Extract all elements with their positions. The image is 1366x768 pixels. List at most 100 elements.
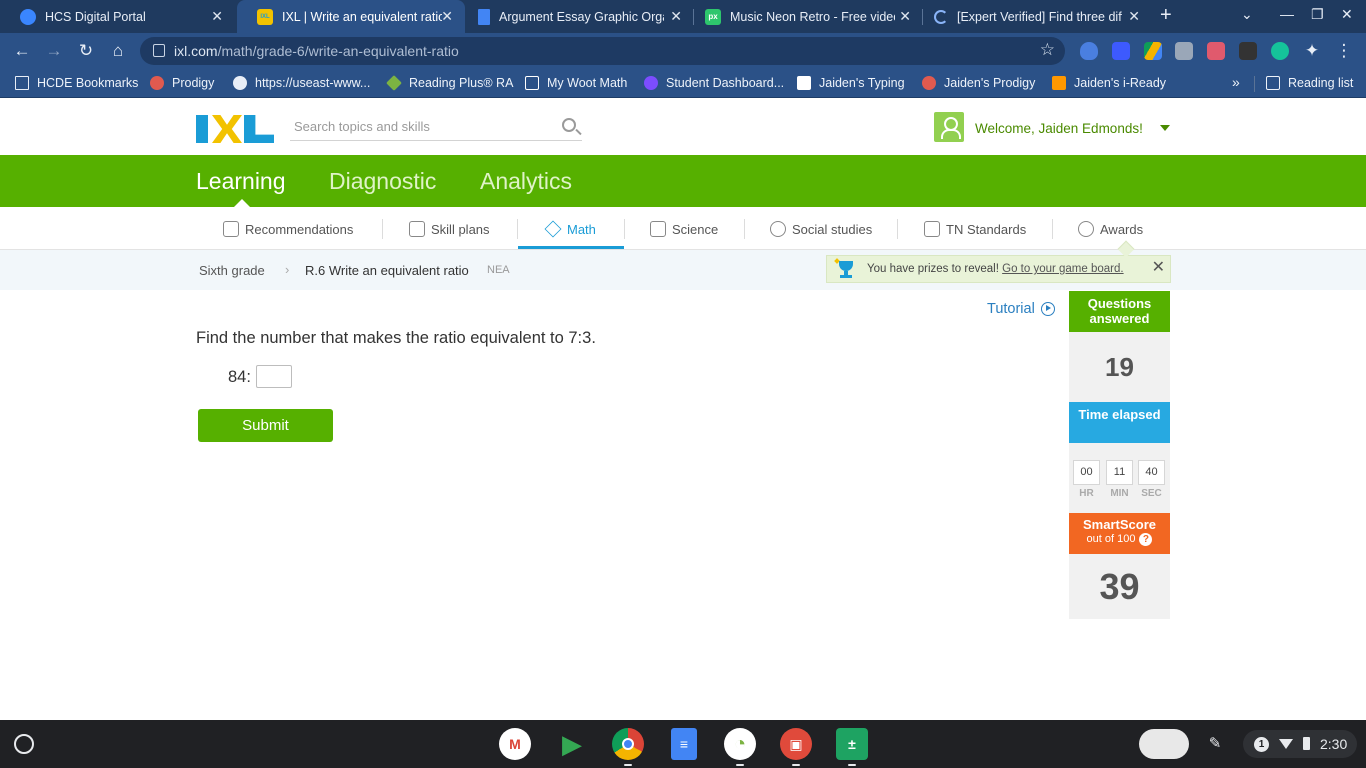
restore-window-icon[interactable]: ❐ [1311, 6, 1324, 23]
tab-awards[interactable]: Awards [1078, 221, 1143, 237]
game-board-link[interactable]: Go to your game board. [1002, 263, 1123, 275]
screencast-extension-icon[interactable] [1207, 42, 1225, 60]
google-drive-icon[interactable] [1144, 42, 1162, 60]
gmail-app-icon[interactable]: M [499, 728, 531, 760]
play-circle-icon [1040, 302, 1055, 316]
nav-analytics[interactable]: Analytics [480, 168, 572, 195]
shield-extension-icon[interactable] [1080, 42, 1098, 60]
browser-tab-active[interactable]: IXL IXL | Write an equivalent ratio ✕ [237, 0, 465, 33]
browser-menu-icon[interactable]: ⋮ [1333, 40, 1355, 62]
nav-learning[interactable]: Learning [196, 168, 286, 195]
browser-tab[interactable]: HCS Digital Portal ✕ [0, 0, 235, 33]
back-arrow-icon[interactable]: ← [11, 40, 33, 62]
bookmark-item[interactable]: Student Dashboard... [644, 76, 784, 90]
chrome-app-icon[interactable] [612, 728, 644, 760]
bookmark-item[interactable]: https://useast-www... [233, 76, 370, 90]
browser-tab[interactable]: Argument Essay Graphic Orga ✕ [466, 0, 694, 33]
ratio-prefix: 84: [228, 368, 251, 386]
woot-math-icon [525, 76, 539, 90]
breadcrumb: Sixth grade › R.6 Write an equivalent ra… [0, 250, 1366, 290]
address-url: ixl.com/math/grade-6/write-an-equivalent… [174, 43, 459, 59]
tab-social-studies[interactable]: Social studies [770, 221, 872, 237]
chevron-down-icon[interactable] [1160, 125, 1170, 131]
bookmark-item[interactable]: Jaiden's Typing [797, 76, 905, 90]
tutorial-link[interactable]: Tutorial [987, 301, 1055, 317]
tab-tn-standards[interactable]: TN Standards [924, 221, 1026, 237]
search-input[interactable] [294, 119, 544, 134]
help-question-icon[interactable]: ? [1139, 533, 1153, 546]
home-icon[interactable]: ⌂ [107, 40, 129, 62]
welcome-user[interactable]: Welcome, Jaiden Edmonds! [975, 121, 1143, 136]
subject-separator [624, 219, 625, 239]
subject-separator [1052, 219, 1053, 239]
gallery-app-icon[interactable]: ▣ [780, 728, 812, 760]
hours-value: 00 [1073, 460, 1100, 485]
launcher-icon[interactable] [14, 734, 34, 754]
holding-space-icon[interactable] [1139, 729, 1189, 759]
close-window-icon[interactable]: ✕ [1341, 6, 1353, 23]
bookmark-item[interactable]: Jaiden's i-Ready [1052, 76, 1166, 90]
pixabay-icon: px [705, 8, 721, 25]
close-tab-icon[interactable]: ✕ [670, 8, 682, 25]
tab-search-chevron-icon[interactable]: ⌄ [1241, 6, 1253, 23]
play-store-app-icon[interactable]: ▶ [556, 728, 588, 760]
calculator-app-icon[interactable]: ± [836, 728, 868, 760]
timer-app-icon[interactable]: ◔ [724, 728, 756, 760]
search-icon[interactable] [562, 118, 576, 132]
c-extension-icon[interactable] [1112, 42, 1130, 60]
status-tray[interactable]: 1 2:30 [1243, 730, 1357, 758]
main-nav: Learning Diagnostic Analytics [0, 155, 1366, 207]
google-docs-icon [478, 8, 490, 25]
nav-diagnostic[interactable]: Diagnostic [329, 168, 436, 195]
copy-extension-icon[interactable] [1175, 42, 1193, 60]
tab-recommendations[interactable]: Recommendations [223, 221, 353, 237]
close-tab-icon[interactable]: ✕ [899, 8, 911, 25]
user-avatar-icon[interactable] [934, 112, 964, 142]
bookmark-item[interactable]: My Woot Math [525, 76, 627, 90]
logo-x [212, 115, 242, 143]
reading-list-button[interactable]: Reading list [1266, 76, 1353, 90]
tab-math[interactable]: Math [544, 220, 596, 238]
bookmark-item[interactable]: HCDE Bookmarks [15, 76, 138, 90]
site-info-icon[interactable] [153, 44, 165, 57]
close-tab-icon[interactable]: ✕ [211, 8, 223, 25]
reading-plus-icon [386, 75, 402, 91]
recommendations-icon [223, 221, 239, 237]
ixl-icon: IXL [257, 8, 273, 25]
submit-button[interactable]: Submit [198, 409, 333, 442]
loading-spinner-icon [934, 9, 948, 24]
breadcrumb-grade[interactable]: Sixth grade [199, 263, 265, 278]
minimize-icon[interactable]: — [1280, 6, 1294, 22]
address-bar[interactable]: ixl.com/math/grade-6/write-an-equivalent… [140, 37, 1065, 65]
hours-label: HR [1079, 488, 1094, 499]
reading-list-icon [1266, 76, 1280, 90]
ixl-logo[interactable] [196, 115, 274, 143]
avatar-extension-icon[interactable] [1239, 42, 1257, 60]
time-elapsed-panel: 00 11 40 HR MIN SEC [1069, 443, 1170, 513]
seconds-label: SEC [1141, 488, 1162, 499]
stylus-icon[interactable]: ✎ [1205, 734, 1225, 754]
more-bookmarks-icon[interactable]: » [1232, 74, 1240, 90]
answer-input[interactable] [256, 365, 292, 388]
browser-tab[interactable]: px Music Neon Retro - Free video ✕ [695, 0, 923, 33]
questions-answered-label: Questions answered [1069, 291, 1170, 332]
close-tab-icon[interactable]: ✕ [441, 8, 453, 25]
tab-skill-plans[interactable]: Skill plans [409, 221, 490, 237]
browser-tab[interactable]: [Expert Verified] Find three diff ✕ [924, 0, 1152, 33]
close-tab-icon[interactable]: ✕ [1128, 8, 1140, 25]
forward-arrow-icon[interactable]: → [43, 40, 65, 62]
skill-code: NEA [487, 264, 510, 276]
bookmark-item[interactable]: Jaiden's Prodigy [922, 76, 1035, 90]
tab-science[interactable]: Science [650, 221, 718, 237]
new-tab-icon[interactable]: + [1160, 4, 1172, 27]
grammarly-icon[interactable] [1271, 42, 1289, 60]
reload-icon[interactable]: ↻ [75, 40, 97, 62]
extensions-puzzle-icon[interactable]: ✦ [1301, 40, 1323, 62]
close-icon[interactable]: ✕ [1152, 260, 1165, 276]
bookmark-star-icon[interactable]: ☆ [1040, 40, 1055, 60]
bookmark-item[interactable]: Prodigy [150, 76, 214, 90]
prize-message: You have prizes to reveal! Go to your ga… [867, 263, 1124, 275]
time-elapsed-label: Time elapsed [1069, 402, 1170, 443]
bookmark-item[interactable]: Reading Plus® RA [386, 75, 513, 91]
google-docs-app-icon[interactable]: ≡ [671, 728, 697, 760]
